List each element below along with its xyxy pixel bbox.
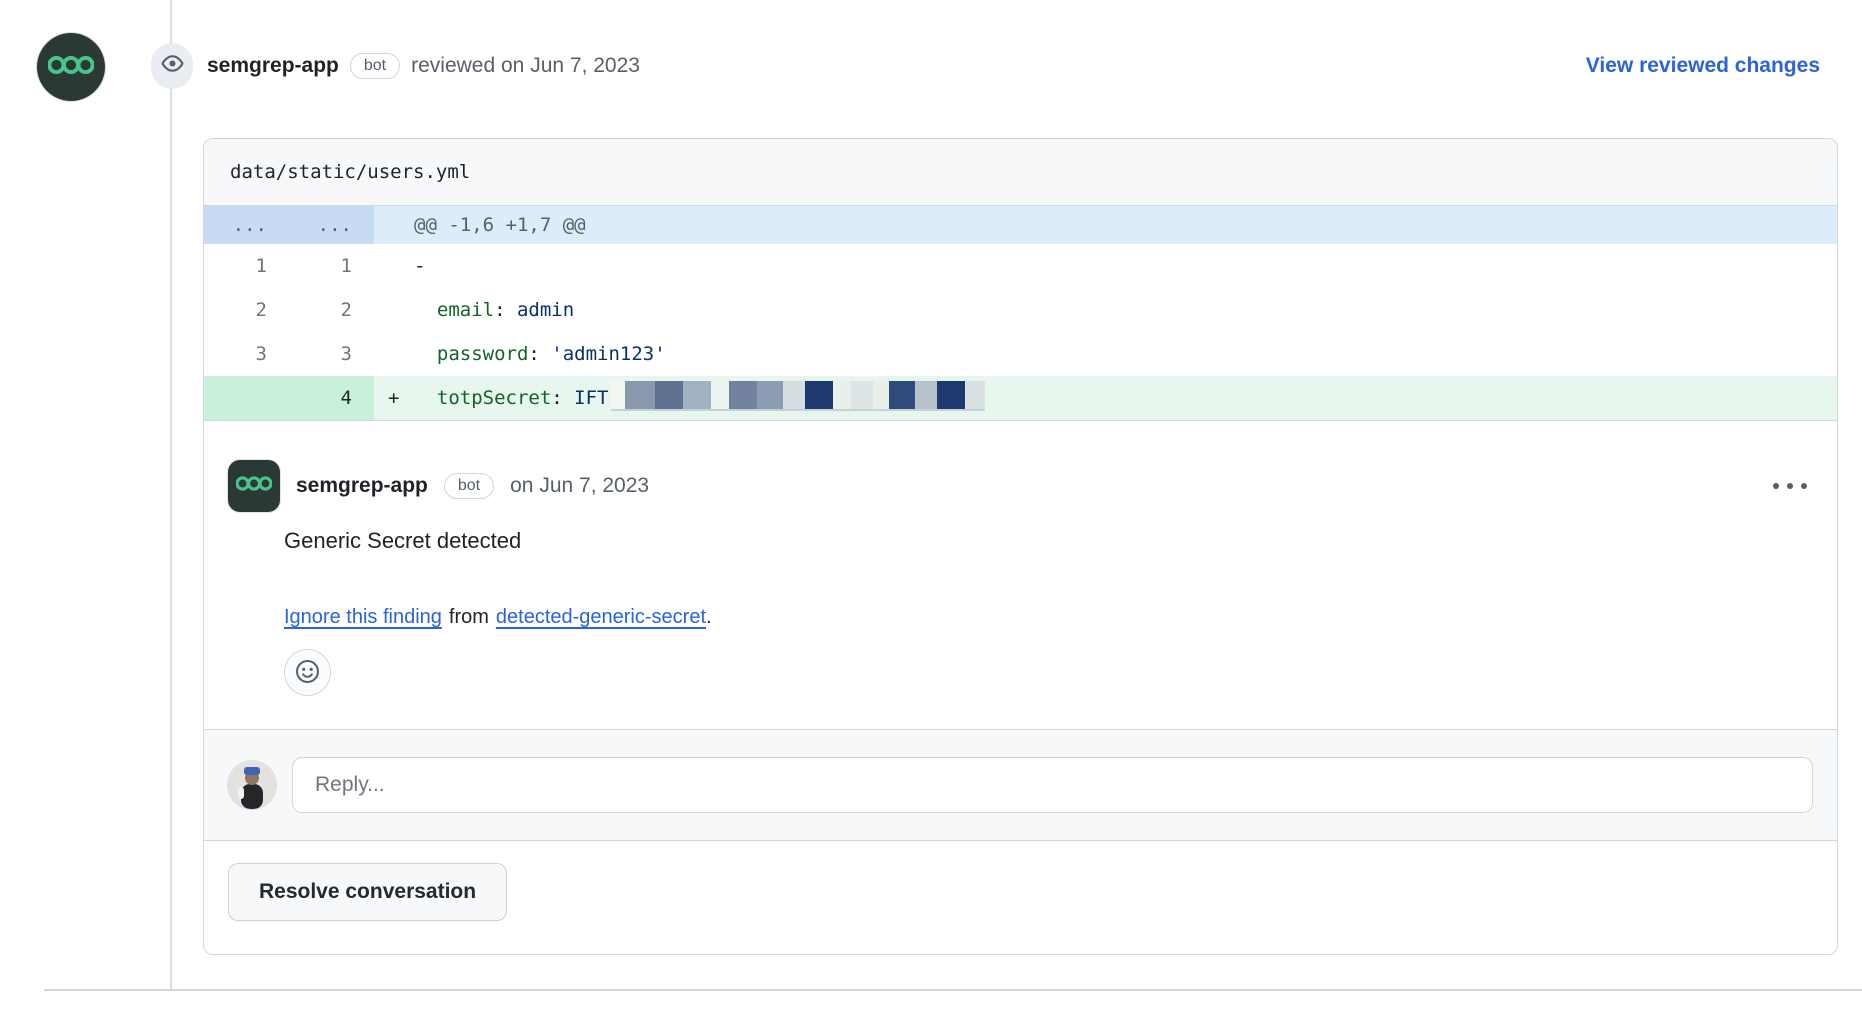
from-text: from [449,606,489,628]
file-path-link[interactable]: data/static/users.yml [230,161,470,183]
comment-timestamp-link[interactable]: on Jun 7, 2023 [510,474,649,498]
comment-section: semgrep-app bot on Jun 7, 2023 Generic S… [204,420,1837,729]
hunk-header: @@ -1,6 +1,7 @@ [374,206,1837,244]
rule-link[interactable]: detected-generic-secret [496,606,706,628]
kebab-horizontal-icon [1773,483,1779,489]
comment-author-link[interactable]: semgrep-app [296,474,428,498]
ignore-finding-link[interactable]: Ignore this finding [284,606,442,628]
review-author-link[interactable]: semgrep-app [207,54,339,78]
diff-code-cell: + totpSecret: IFT [374,376,1837,420]
diff-row: 33 password: 'admin123' [204,332,1837,376]
diff-new-line-number[interactable]: 3 [289,332,374,376]
comment-header: semgrep-app bot on Jun 7, 2023 [228,460,1809,512]
bot-badge: bot [444,473,494,499]
hunk-old-marker: ... [204,206,289,244]
current-user-avatar [228,761,276,809]
view-reviewed-changes-link[interactable]: View reviewed changes [1586,40,1820,92]
diff-code-cell: password: 'admin123' [374,332,1837,376]
diff-old-line-number[interactable] [204,376,289,420]
semgrep-rings-logo [48,53,94,82]
diff-code-cell: - [374,244,1837,288]
semgrep-rings-logo [236,474,272,499]
add-reaction-button[interactable] [284,649,331,696]
resolve-conversation-button[interactable]: Resolve conversation [228,863,507,921]
diff-rows: 11-22 email: admin33 password: 'admin123… [204,244,1837,420]
diff-row: 22 email: admin [204,288,1837,332]
review-thread-card: data/static/users.yml ... ... @@ -1,6 +1… [203,138,1838,955]
section-divider [44,989,1862,991]
diff-new-line-number[interactable]: 1 [289,244,374,288]
review-action-text: reviewed on Jun 7, 2023 [411,54,640,78]
user-photo-avatar [228,796,276,809]
diff-row: 11- [204,244,1837,288]
period-text: . [706,606,712,628]
diff-addition-sign: + [388,376,399,420]
comment-actions-line: Ignore this finding from detected-generic-… [284,606,1809,629]
eye-icon [161,52,184,80]
hunk-new-marker: ... [289,206,374,244]
reply-bar [204,729,1837,841]
comment-author-avatar[interactable] [228,460,280,512]
redacted-secret-blur [611,381,985,411]
diff-new-line-number[interactable]: 2 [289,288,374,332]
diff-new-line-number[interactable]: 4 [289,376,374,420]
resolve-area: Resolve conversation [204,841,1837,955]
diff-old-line-number[interactable]: 3 [204,332,289,376]
diff-old-line-number[interactable]: 1 [204,244,289,288]
review-author-avatar[interactable] [37,33,105,101]
smiley-icon [295,659,320,687]
comment-body-text: Generic Secret detected [284,528,1809,554]
review-header: semgrep-app bot reviewed on Jun 7, 2023 [207,40,640,92]
diff-hunk-row: ... ... @@ -1,6 +1,7 @@ [204,206,1837,244]
diff-row: 4+ totpSecret: IFT [204,376,1837,420]
diff-table: ... ... @@ -1,6 +1,7 @@ 11-22 email: adm… [204,206,1837,420]
reviewed-timeline-badge [151,43,193,89]
file-header: data/static/users.yml [204,139,1837,206]
diff-code-cell: email: admin [374,288,1837,332]
bot-badge: bot [350,53,400,79]
reply-input[interactable] [292,757,1813,813]
diff-old-line-number[interactable]: 2 [204,288,289,332]
comment-options-button[interactable] [1771,473,1809,499]
timeline-line [170,0,172,989]
